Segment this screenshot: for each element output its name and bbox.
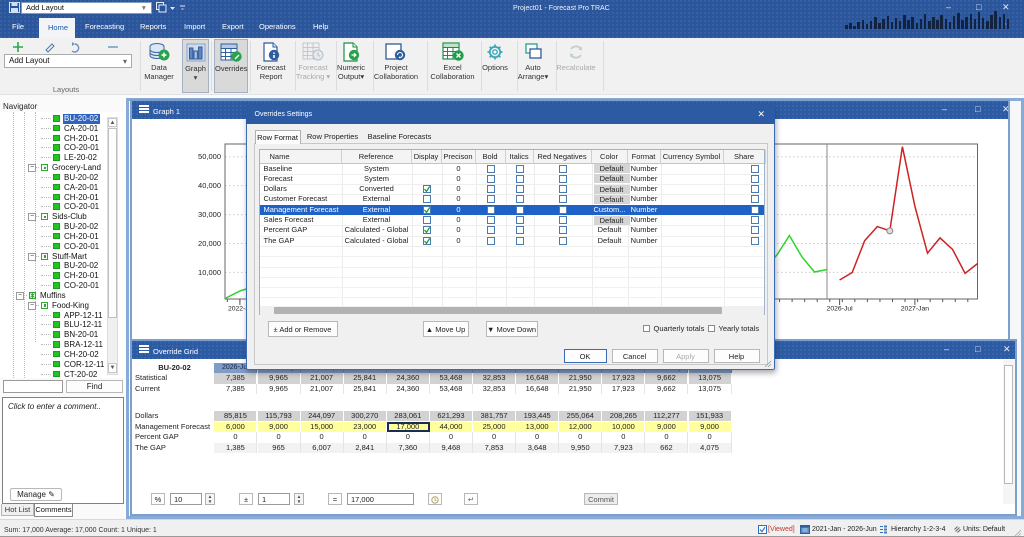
svg-text:2027-Jan: 2027-Jan [901, 306, 930, 313]
svg-text:30,000: 30,000 [198, 210, 221, 219]
svg-text:40,000: 40,000 [198, 181, 221, 190]
svg-text:20,000: 20,000 [198, 239, 221, 248]
svg-text:2026-Jul: 2026-Jul [827, 306, 854, 313]
svg-text:10,000: 10,000 [198, 268, 221, 277]
svg-text:50,000: 50,000 [198, 152, 221, 161]
